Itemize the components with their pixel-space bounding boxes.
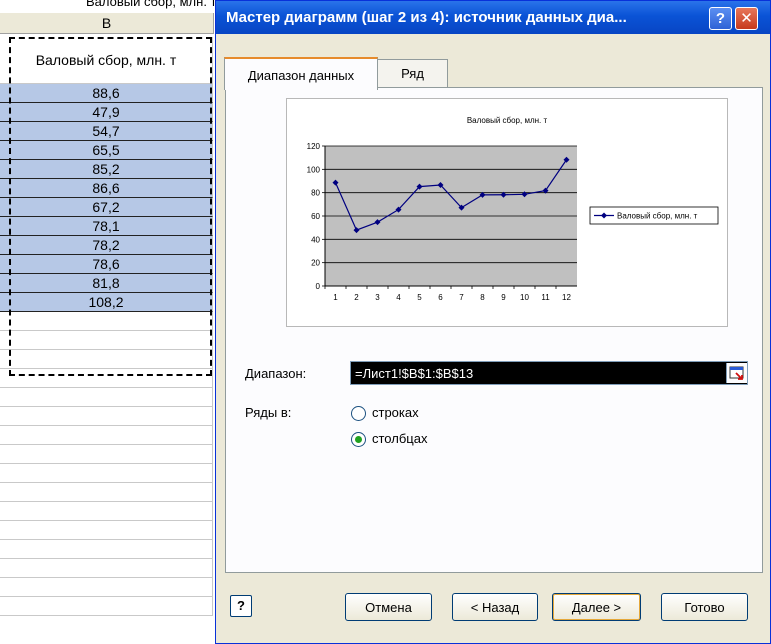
x-tick-label: 4 bbox=[396, 293, 401, 302]
x-tick-label: 10 bbox=[520, 293, 529, 302]
data-cell[interactable]: 78,1 bbox=[0, 217, 213, 236]
x-tick-label: 3 bbox=[375, 293, 380, 302]
chart-preview: Валовый сбор, млн. т 0 20 40 60 80 100 120 1 2 3 4 5… bbox=[286, 98, 728, 327]
x-tick-label: 2 bbox=[354, 293, 359, 302]
chart-wizard-dialog: Мастер диаграмм (шаг 2 из 4): источник д… bbox=[215, 0, 771, 644]
back-button[interactable]: < Назад bbox=[452, 593, 538, 621]
empty-cell[interactable] bbox=[0, 464, 213, 483]
empty-cell[interactable] bbox=[0, 331, 213, 350]
range-label: Диапазон: bbox=[245, 366, 307, 381]
spreadsheet-area: Валовый сбор, млн. т B Валовый сбор, млн… bbox=[0, 0, 216, 644]
empty-cell[interactable] bbox=[0, 407, 213, 426]
data-cell[interactable]: 108,2 bbox=[0, 293, 213, 312]
y-tick-label: 20 bbox=[311, 259, 320, 268]
empty-cell[interactable] bbox=[0, 369, 213, 388]
legend-label: Валовый сбор, млн. т bbox=[617, 212, 698, 221]
y-tick-label: 60 bbox=[311, 212, 320, 221]
help-icon-button[interactable]: ? bbox=[230, 595, 252, 617]
data-cell[interactable]: 47,9 bbox=[0, 103, 213, 122]
data-cell[interactable]: 54,7 bbox=[0, 122, 213, 141]
collapse-dialog-button[interactable] bbox=[726, 363, 747, 383]
empty-cell[interactable] bbox=[0, 426, 213, 445]
title-close-button[interactable]: ✕ bbox=[735, 7, 758, 30]
finish-button[interactable]: Готово bbox=[661, 593, 748, 621]
empty-cell[interactable] bbox=[0, 388, 213, 407]
radio-rows[interactable] bbox=[351, 406, 366, 421]
data-cell[interactable]: 86,6 bbox=[0, 179, 213, 198]
empty-cell[interactable] bbox=[0, 521, 213, 540]
title-help-button[interactable]: ? bbox=[709, 7, 732, 30]
empty-cell[interactable] bbox=[0, 597, 213, 616]
empty-cell[interactable] bbox=[0, 350, 213, 369]
x-tick-label: 7 bbox=[459, 293, 464, 302]
x-tick-label: 6 bbox=[438, 293, 443, 302]
data-cell[interactable]: 78,6 bbox=[0, 255, 213, 274]
x-tick-label: 8 bbox=[480, 293, 485, 302]
x-tick-label: 5 bbox=[417, 293, 422, 302]
x-tick-label: 12 bbox=[562, 293, 571, 302]
data-cell[interactable]: 85,2 bbox=[0, 160, 213, 179]
dialog-title: Мастер диаграмм (шаг 2 из 4): источник д… bbox=[226, 9, 627, 26]
radio-columns-label: столбцах bbox=[372, 431, 428, 446]
x-tick-label: 9 bbox=[501, 293, 506, 302]
chart-title: Валовый сбор, млн. т bbox=[467, 116, 548, 125]
data-cell[interactable]: 88,6 bbox=[0, 84, 213, 103]
x-tick-label: 1 bbox=[333, 293, 338, 302]
formula-bar[interactable]: Валовый сбор, млн. т bbox=[0, 0, 216, 13]
y-tick-label: 120 bbox=[307, 142, 321, 151]
empty-cell[interactable] bbox=[0, 502, 213, 521]
y-tick-label: 80 bbox=[311, 189, 320, 198]
title-bar[interactable]: Мастер диаграмм (шаг 2 из 4): источник д… bbox=[216, 1, 770, 34]
y-tick-label: 100 bbox=[307, 165, 321, 174]
next-button[interactable]: Далее > bbox=[552, 593, 641, 621]
empty-cell[interactable] bbox=[0, 578, 213, 597]
tab-data-range[interactable]: Диапазон данных bbox=[224, 57, 378, 90]
data-cell[interactable]: 78,2 bbox=[0, 236, 213, 255]
empty-cell[interactable] bbox=[0, 559, 213, 578]
radio-columns[interactable] bbox=[351, 432, 366, 447]
y-tick-label: 40 bbox=[311, 235, 320, 244]
series-in-label: Ряды в: bbox=[245, 405, 292, 420]
range-input[interactable]: =Лист1!$B$1:$B$13 bbox=[350, 361, 748, 385]
formula-bar-text: Валовый сбор, млн. т bbox=[86, 0, 216, 9]
empty-cell[interactable] bbox=[0, 483, 213, 502]
empty-cell[interactable] bbox=[0, 540, 213, 559]
data-cell[interactable]: 65,5 bbox=[0, 141, 213, 160]
data-cell[interactable]: 67,2 bbox=[0, 198, 213, 217]
chart-svg: Валовый сбор, млн. т0204060801001201 2 3 4 5… bbox=[307, 116, 719, 302]
radio-rows-label: строках bbox=[372, 405, 419, 420]
cancel-button[interactable]: Отмена bbox=[345, 593, 432, 621]
y-tick-label: 0 bbox=[316, 282, 321, 291]
collapse-dialog-icon bbox=[729, 366, 744, 380]
header-cell[interactable]: Валовый сбор, млн. т bbox=[0, 37, 213, 84]
empty-cell[interactable] bbox=[0, 445, 213, 464]
x-tick-label: 11 bbox=[541, 293, 550, 302]
column-header-b[interactable]: B bbox=[0, 13, 214, 34]
empty-cell[interactable] bbox=[0, 312, 213, 331]
data-cell[interactable]: 81,8 bbox=[0, 274, 213, 293]
tab-series[interactable]: Ряд bbox=[377, 59, 448, 87]
